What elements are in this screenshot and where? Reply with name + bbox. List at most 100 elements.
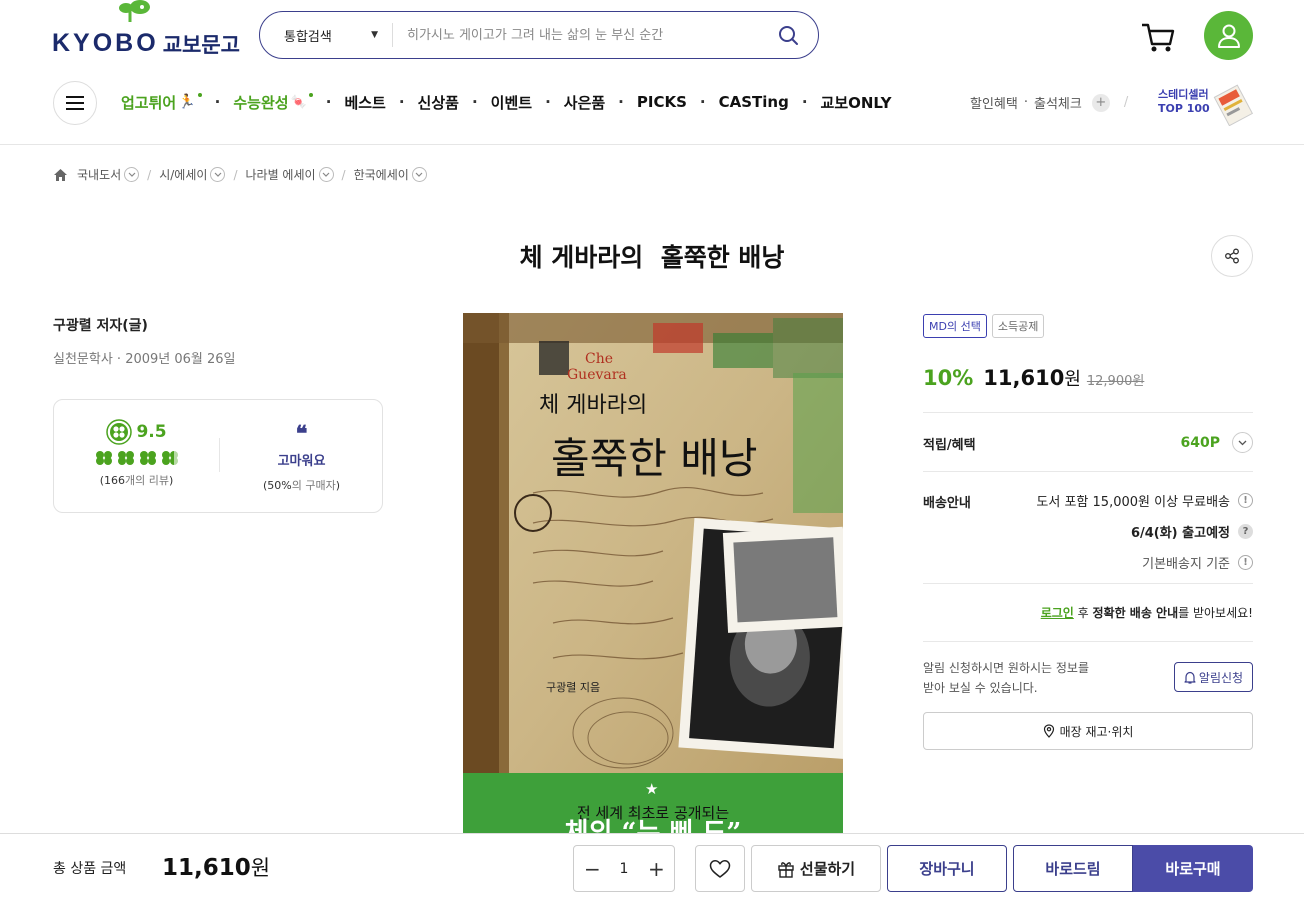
nav-item-gift[interactable]: 사은품 xyxy=(564,92,605,113)
wishlist-button[interactable] xyxy=(695,845,745,892)
divider xyxy=(923,583,1253,584)
price-block: 10% 11,610 원 12,900원 xyxy=(923,365,1144,391)
steady-line2: TOP 100 xyxy=(1158,102,1210,115)
nav-label: 이벤트 xyxy=(490,93,533,112)
menu-button[interactable] xyxy=(53,81,97,125)
chevron-down-icon xyxy=(124,167,140,182)
plus-icon[interactable]: + xyxy=(648,859,665,879)
nav-item-event[interactable]: 이벤트 xyxy=(491,92,532,113)
login-link[interactable]: 로그인 xyxy=(1041,606,1074,620)
breadcrumb-item[interactable]: 시/에세이 xyxy=(159,166,226,183)
steady-seller-link[interactable]: 스테디셀러 TOP 100 xyxy=(1158,88,1210,116)
search-bar: 통합검색 ▼ xyxy=(259,11,819,59)
shipping-date-text: 6/4(화) 출고예정 xyxy=(1130,526,1230,541)
review-tag-percent: (50%의 구매자) xyxy=(262,479,341,492)
hamburger-icon xyxy=(66,96,84,110)
quote-icon: ❝ xyxy=(295,421,308,447)
product-badges: MD의 선택 소득공제 xyxy=(923,314,1045,338)
user-profile-button[interactable] xyxy=(1204,11,1253,60)
info-icon[interactable]: ! xyxy=(1238,555,1253,570)
store-stock-button[interactable]: 매장 재고·위치 xyxy=(923,712,1253,750)
nav-item-casting[interactable]: CASTing xyxy=(719,93,789,111)
steady-line1: 스테디셀러 xyxy=(1158,88,1209,101)
clover-full-icon xyxy=(139,451,156,465)
help-icon[interactable]: ? xyxy=(1238,524,1253,539)
nav-separator: · xyxy=(214,93,221,111)
review-tag-block[interactable]: ❝ 고마워요 (50%의 구매자) xyxy=(219,400,384,512)
gift-icon xyxy=(778,861,794,878)
heart-icon xyxy=(709,859,731,878)
plus-icon[interactable]: + xyxy=(1091,93,1110,112)
search-icon xyxy=(778,25,798,45)
quantity-value[interactable]: 1 xyxy=(620,861,629,877)
location-pin-icon xyxy=(1043,724,1054,738)
nav-item-upgo[interactable]: 업고튀어 🏃 xyxy=(121,92,202,113)
nav-label: CASTing xyxy=(718,93,789,111)
nav-utility: 할인혜택 · 출석체크 + / xyxy=(970,93,1128,112)
total-label: 총 상품 금액 xyxy=(53,861,127,877)
nav-item-suneung[interactable]: 수능완성 🍬 xyxy=(233,92,313,113)
breadcrumb-item[interactable]: 한국에세이 xyxy=(354,166,427,183)
cover-author: 구광렬 지음 xyxy=(546,681,601,694)
caret-down-icon: ▼ xyxy=(371,30,378,40)
chevron-down-icon xyxy=(1232,432,1253,453)
cover-tagline-2: 체의 “누 삐 드” xyxy=(564,818,742,833)
add-to-cart-button[interactable]: 장바구니 xyxy=(887,845,1007,892)
alert-subscribe-button[interactable]: 알림신청 xyxy=(1174,662,1253,692)
new-dot xyxy=(197,93,202,97)
buy-now-button[interactable]: 바로구매 xyxy=(1133,845,1253,892)
checkin-link[interactable]: 출석체크 xyxy=(1034,93,1082,112)
slash-divider: / xyxy=(1123,95,1129,110)
nav-label: 업고튀어 xyxy=(121,93,177,112)
breadcrumb-item[interactable]: 국내도서 xyxy=(77,166,140,183)
search-category-select[interactable]: 통합검색 ▼ xyxy=(260,23,393,47)
info-icon[interactable]: ! xyxy=(1238,493,1253,508)
breadcrumb-separator: / xyxy=(233,167,238,182)
nav-separator: · xyxy=(545,93,551,111)
chevron-down-icon xyxy=(210,167,226,182)
bell-icon xyxy=(1184,671,1196,684)
original-price: 12,900원 xyxy=(1086,374,1145,389)
total-price: 11,610원 xyxy=(162,852,270,882)
cover-title-big: 홀쭉한 배낭 xyxy=(551,434,758,483)
points-value: 640P xyxy=(1180,434,1220,451)
total-price-currency: 원 xyxy=(250,856,271,880)
discount-link[interactable]: 할인혜택 xyxy=(970,93,1018,112)
search-input[interactable] xyxy=(393,27,758,43)
clover-rating xyxy=(54,450,219,466)
nav-item-picks[interactable]: PICKS xyxy=(637,93,687,111)
discount-rate: 10% xyxy=(923,366,974,390)
gift-button[interactable]: 선물하기 xyxy=(751,845,881,892)
breadcrumb-item[interactable]: 나라별 에세이 xyxy=(245,166,334,183)
kyobo-logo[interactable]: KYOBO 교보문고 xyxy=(52,0,240,56)
candy-icon: 🍬 xyxy=(290,94,307,110)
nav-label: 수능완성 xyxy=(233,93,289,112)
review-tag-suffix: 의 구매자 xyxy=(291,479,336,492)
home-icon[interactable] xyxy=(53,168,68,182)
chevron-down-icon xyxy=(318,167,334,182)
breadcrumb-label: 국내도서 xyxy=(77,168,122,182)
baro-drim-label: 바로드림 xyxy=(1045,860,1101,878)
clover-full-icon xyxy=(95,451,112,465)
points-row[interactable]: 640P xyxy=(1000,432,1253,453)
nav-item-new[interactable]: 신상품 xyxy=(418,92,459,113)
nav-item-best[interactable]: 베스트 xyxy=(344,92,385,113)
star-icon: ★ xyxy=(645,780,659,798)
search-button[interactable] xyxy=(758,25,818,46)
alert-description-line: 받아 보실 수 있습니다. xyxy=(923,681,1038,695)
cart-button-label: 장바구니 xyxy=(919,860,975,878)
breadcrumb-separator: / xyxy=(341,167,346,182)
nav-label: 신상품 xyxy=(417,93,459,112)
author-link[interactable]: 구광렬 저자(글) xyxy=(53,315,148,335)
cart-button[interactable] xyxy=(1140,20,1176,54)
divider xyxy=(923,641,1253,642)
nav-item-kyobo-only[interactable]: 교보ONLY xyxy=(821,92,892,113)
shipping-free-row: 도서 포함 15,000원 이상 무료배송 ! xyxy=(1000,491,1253,510)
minus-icon[interactable]: − xyxy=(584,859,601,879)
share-button[interactable] xyxy=(1211,235,1253,277)
book-cover-image[interactable]: Che Guevara 체 게바라의 홀쭉한 배낭 구광렬 지음 ★ 전 세계 … xyxy=(463,313,843,833)
books-stack-icon xyxy=(1213,84,1254,126)
rating-block[interactable]: 9.5 (166개의 리뷰) xyxy=(54,400,219,512)
baro-drim-button[interactable]: 바로드림 xyxy=(1013,845,1133,892)
breadcrumb-label: 시/에세이 xyxy=(159,168,208,182)
